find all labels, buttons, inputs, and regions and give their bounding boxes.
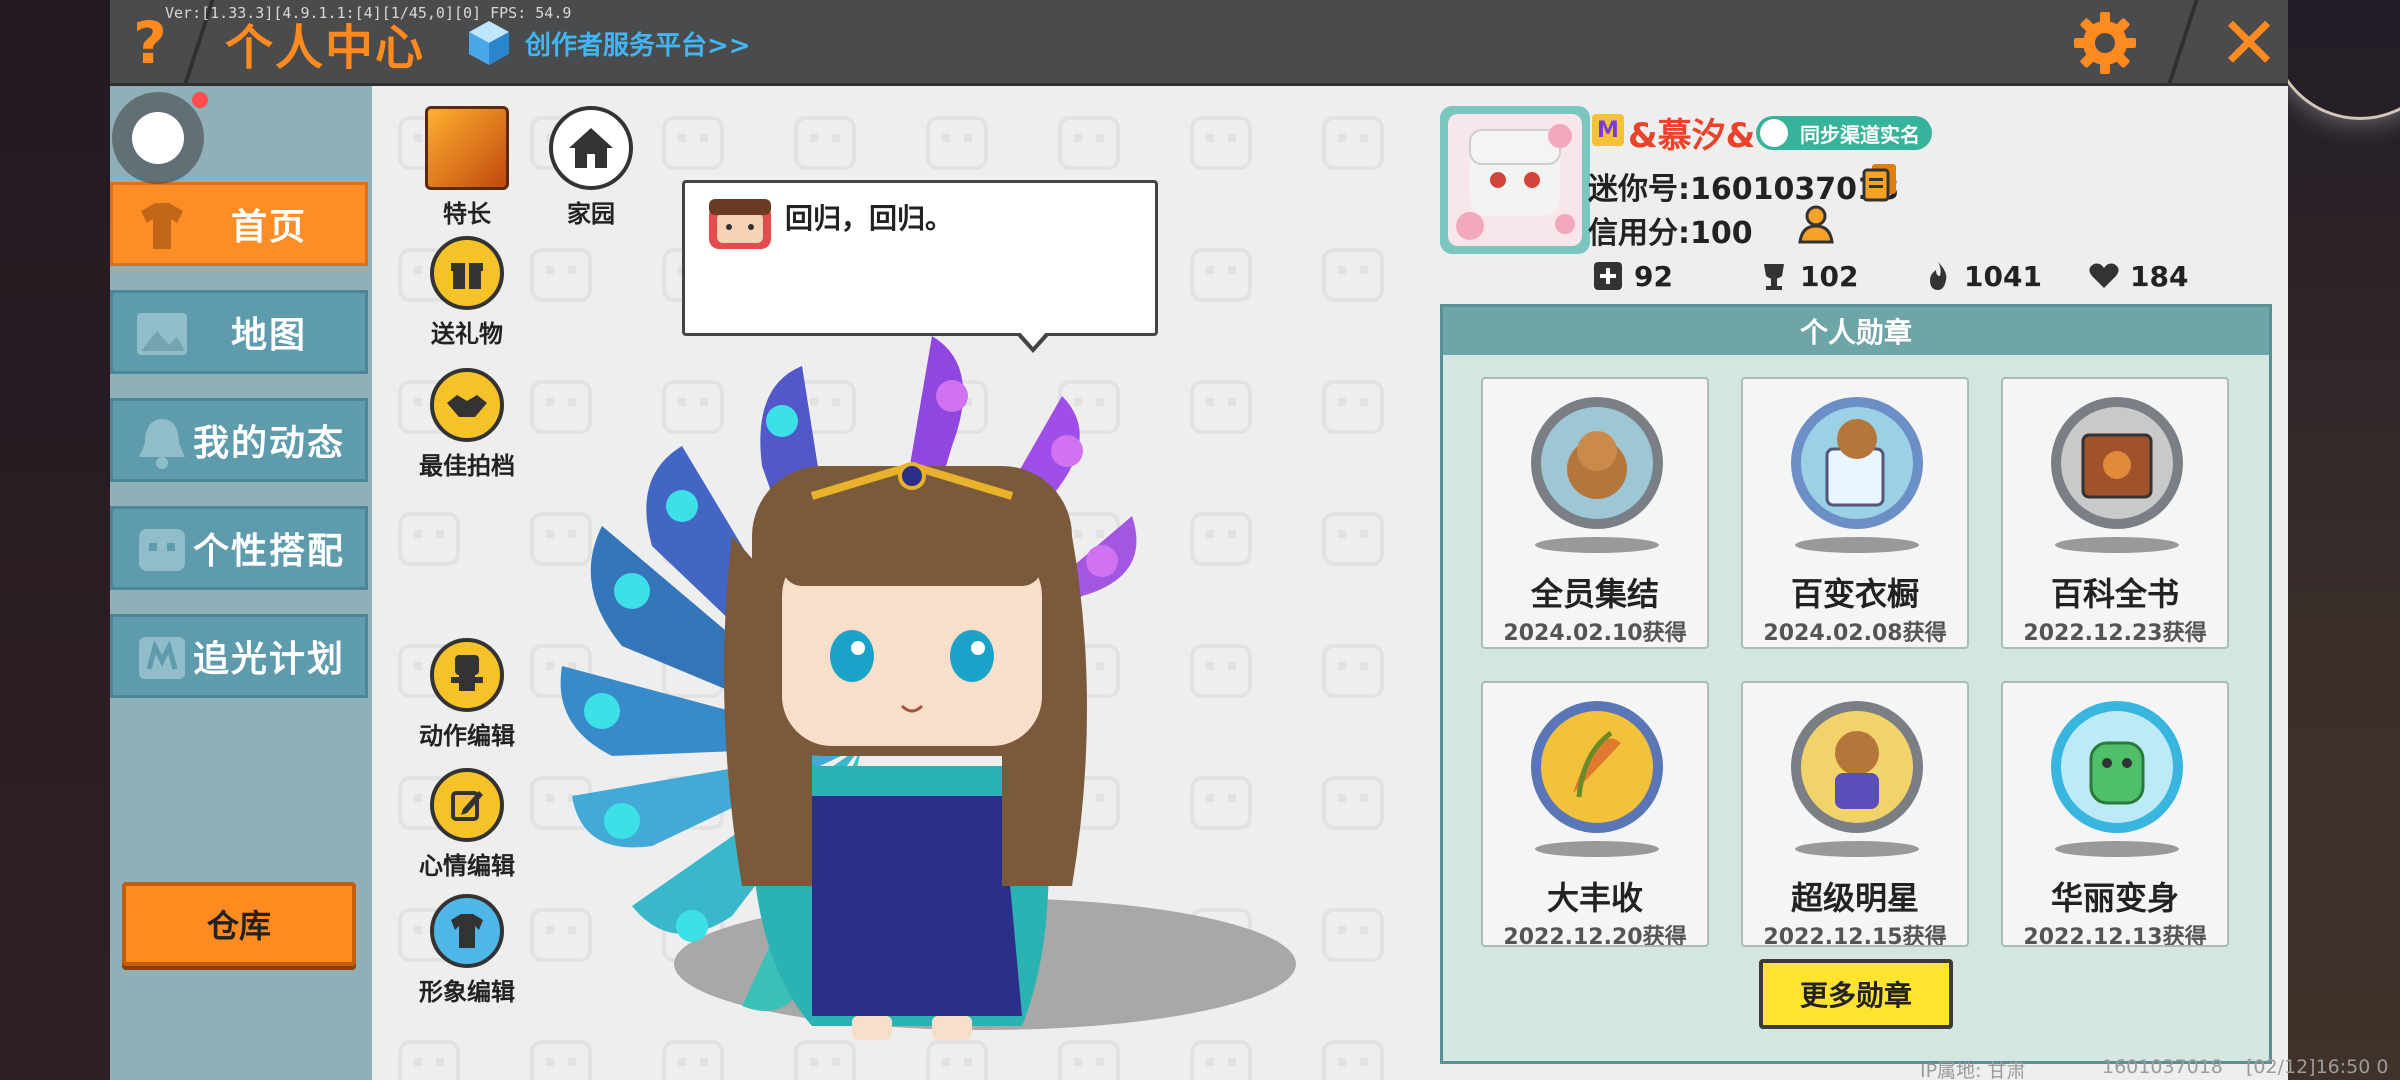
medal-name: 百科全书: [2050, 575, 2179, 613]
nav-item-moments[interactable]: 我的动态: [110, 398, 368, 482]
screen-record-button[interactable]: [112, 92, 204, 184]
close-button[interactable]: ✕: [2210, 0, 2288, 86]
badge-icon: [139, 637, 185, 679]
book-medal-icon: [2051, 397, 2183, 553]
picture-icon: [137, 313, 187, 355]
harvest-medal-icon: [1531, 701, 1663, 857]
medal-date: 2022.12.15获得: [1763, 925, 1947, 947]
medal-date: 2022.12.23获得: [2023, 621, 2207, 646]
verified-user-icon: [1760, 119, 1788, 147]
talent-scroll-icon: [425, 106, 509, 190]
background-left: [0, 0, 110, 1080]
talent-button[interactable]: 特长: [412, 106, 522, 229]
nav-item-label: 首页: [230, 207, 307, 248]
medal-name: 华丽变身: [2050, 879, 2179, 917]
settings-gear-icon[interactable]: [2070, 8, 2140, 78]
talent-label: 特长: [443, 200, 491, 228]
vip-badge: M: [1592, 114, 1624, 146]
face-icon: [139, 529, 185, 571]
medal-date: 2024.02.08获得: [1763, 621, 1947, 646]
character-showcase: 特长 家园 送礼物 最佳拍档 动作编辑 心情编辑 形象编辑 回归，回归。: [372, 86, 1440, 1080]
warehouse-button[interactable]: 仓库: [122, 882, 356, 966]
character-avatar[interactable]: [482, 326, 1242, 1046]
bell-icon: [139, 419, 185, 469]
medal-card[interactable]: 华丽变身 2022.12.13获得: [2001, 681, 2229, 947]
credit-score: 信用分:100: [1588, 216, 1753, 251]
nav-item-label: 个性搭配: [192, 531, 345, 572]
house-icon: [549, 106, 633, 190]
plus-box-icon: [1594, 262, 1622, 290]
stat-value: 92: [1634, 259, 1673, 293]
ip-location: IP属地: 甘肃: [1920, 1060, 2026, 1080]
record-circle-icon: [132, 112, 184, 164]
medal-card[interactable]: 全员集结 2024.02.10获得: [1481, 377, 1709, 649]
divider: [2165, 0, 2199, 90]
medal-name: 超级明星: [1790, 879, 1919, 917]
left-navigation: 首页 地图 我的动态 个性搭配 追光计划 仓库: [110, 86, 372, 1080]
record-status-dot: [192, 92, 208, 108]
mini-id: 迷你号:1601037018: [1588, 172, 1899, 207]
transform-medal-icon: [2051, 701, 2183, 857]
mini-avatar-icon: [705, 197, 775, 253]
more-medals-button[interactable]: 更多勋章: [1759, 959, 1953, 1029]
gift-icon: [430, 236, 504, 310]
speech-text: 回归，回归。: [785, 202, 954, 235]
cube-icon: [465, 19, 513, 67]
profile-avatar[interactable]: [1440, 106, 1590, 254]
nav-item-outfit[interactable]: 个性搭配: [110, 506, 368, 590]
player-nickname: &慕汐&: [1628, 116, 1756, 156]
footer-time: [02/12]16:50 0: [2246, 1056, 2389, 1078]
medal-date: 2024.02.10获得: [1503, 621, 1687, 646]
nav-item-label: 我的动态: [192, 423, 345, 464]
home-label: 家园: [567, 200, 615, 228]
creator-platform-link[interactable]: 创作者服务平台>>: [465, 18, 751, 68]
sync-badge-label: 同步渠道实名: [1800, 122, 1920, 147]
medal-date: 2022.12.13获得: [2023, 925, 2207, 947]
footer-status: IP属地: 甘肃 1601037018 [02/12]16:50 0: [1920, 1056, 2400, 1080]
profile-panel: M &慕汐& 同步渠道实名 迷你号:1601037018 信用分:100 92 …: [1440, 86, 2288, 1080]
medal-name: 全员集结: [1530, 575, 1659, 613]
nav-item-map[interactable]: 地图: [110, 290, 368, 374]
background-right: [2288, 0, 2400, 1080]
creator-link-label: 创作者服务平台>>: [525, 30, 751, 61]
top-bar: ? Ver:[1.33.3][4.9.1.1:[4][1/45,0][0] FP…: [110, 0, 2288, 90]
medal-card[interactable]: 大丰收 2022.12.20获得: [1481, 681, 1709, 947]
medal-panel-header: 个人勋章: [1443, 307, 2269, 355]
footer-uid: 1601037018: [2102, 1056, 2223, 1078]
nav-item-chase-light[interactable]: 追光计划: [110, 614, 368, 698]
fire-icon: [1930, 262, 1947, 290]
medal-card[interactable]: 百科全书 2022.12.23获得: [2001, 377, 2229, 649]
stat-value: 102: [1800, 259, 1859, 293]
page-title: 个人中心: [225, 20, 426, 76]
medal-panel: 个人勋章 全员集结 2024.02.10获得 百变衣橱 2024.02.08获得: [1440, 304, 2272, 1064]
heart-icon: [2089, 263, 2119, 288]
home-button[interactable]: 家园: [536, 106, 646, 229]
wardrobe-medal-icon: [1791, 397, 1923, 553]
star-medal-icon: [1791, 701, 1923, 857]
trophy-icon: [1764, 264, 1784, 290]
shirt-icon: [141, 203, 183, 249]
nav-item-home[interactable]: 首页: [110, 182, 368, 266]
stat-heart-count: 184: [2088, 256, 2188, 296]
nav-item-label: 追光计划: [192, 639, 345, 680]
nav-item-label: 地图: [230, 315, 307, 356]
medal-card[interactable]: 超级明星 2022.12.15获得: [1741, 681, 1969, 947]
medal-card[interactable]: 百变衣橱 2024.02.08获得: [1741, 377, 1969, 649]
medal-name: 大丰收: [1546, 879, 1643, 917]
stat-value: 184: [2130, 259, 2189, 293]
real-name-sync-badge[interactable]: 同步渠道实名: [1756, 116, 1932, 150]
stat-trophy-count: 102: [1758, 256, 1858, 296]
monkey-medal-icon: [1531, 397, 1663, 553]
medal-date: 2022.12.20获得: [1503, 925, 1687, 947]
stat-add-count: 92: [1592, 256, 1673, 296]
stat-value: 1041: [1964, 259, 2042, 293]
copy-icon[interactable]: [1862, 162, 1898, 202]
medal-name: 百变衣橱: [1790, 575, 1919, 613]
speech-bubble: 回归，回归。: [682, 180, 1158, 353]
person-icon[interactable]: [1796, 204, 1838, 246]
stat-fire-count: 1041: [1922, 256, 2042, 296]
